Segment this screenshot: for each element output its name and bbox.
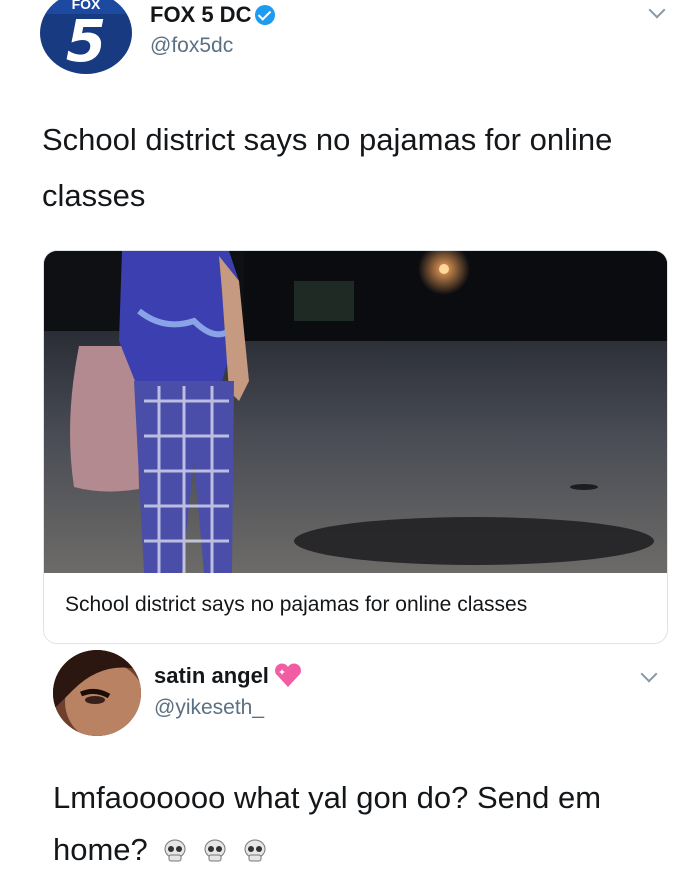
- card-caption: School district says no pajamas for onli…: [65, 593, 528, 616]
- skull-icon: [244, 839, 266, 862]
- user-handle[interactable]: @fox5dc: [150, 34, 233, 58]
- link-preview-card[interactable]: School district says no pajamas for onli…: [43, 250, 668, 644]
- tweet-text: School district says no pajamas for onli…: [42, 122, 613, 213]
- fox5-avatar[interactable]: FOX 5: [40, 0, 132, 74]
- verified-badge-icon: [255, 5, 276, 25]
- avatar-number: 5: [65, 7, 107, 74]
- user-handle[interactable]: @yikeseth_: [154, 696, 264, 720]
- satin-angel-avatar[interactable]: [53, 650, 141, 736]
- sparkling-heart-icon: [274, 663, 301, 687]
- card-image: [44, 251, 667, 573]
- tweet-text-body: Lmfaoooooo what yal gon do? Send em home…: [53, 780, 602, 867]
- display-name-text: FOX 5 DC: [150, 2, 252, 27]
- chevron-down-icon[interactable]: [640, 665, 658, 683]
- display-name-text: satin angel: [154, 663, 269, 688]
- tweet-text: Lmfaoooooo what yal gon do? Send em home…: [53, 772, 673, 876]
- display-name[interactable]: FOX 5 DC: [150, 2, 276, 28]
- tweet-header-fox5dc: FOX 5 FOX 5 DC @fox5dc: [0, 0, 700, 80]
- chevron-down-icon[interactable]: [648, 1, 666, 19]
- skull-icon: [164, 839, 186, 862]
- pajamas-night-photo: [44, 251, 667, 573]
- skull-icon: [204, 839, 226, 862]
- face-photo: [53, 650, 141, 736]
- display-name[interactable]: satin angel: [154, 662, 303, 689]
